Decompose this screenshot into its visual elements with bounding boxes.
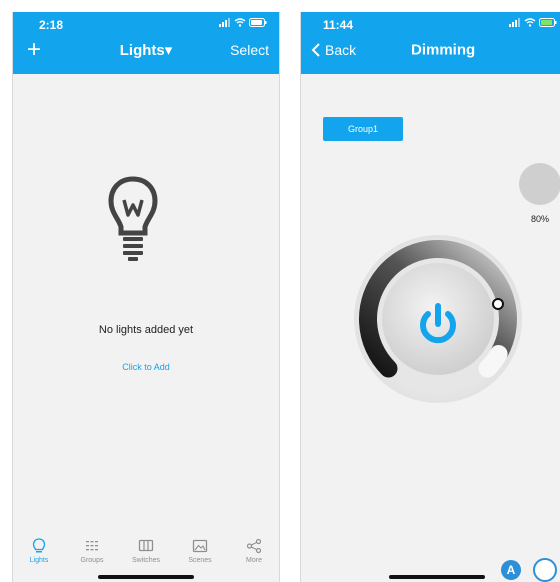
signal-icon (219, 18, 230, 27)
dial-remaining-arc (478, 345, 508, 378)
empty-state-message: No lights added yet (98, 324, 194, 336)
back-button[interactable]: Back (311, 42, 356, 58)
battery-charging-icon (539, 18, 557, 27)
status-icons (219, 18, 267, 27)
tab-scenes-label: Scenes (188, 557, 212, 564)
home-indicator[interactable] (98, 575, 194, 579)
bulb-icon (108, 176, 158, 261)
switch-panel-icon (138, 539, 154, 552)
page-title: Dimming (411, 41, 476, 59)
status-time: 2:18 (39, 18, 64, 32)
lights-screen: 2:18 + Lights▾ Select No lights added ye… (12, 12, 280, 582)
wifi-icon (234, 18, 246, 27)
home-indicator[interactable] (389, 575, 485, 579)
click-to-add-link[interactable]: Click to Add (13, 362, 279, 372)
back-label: Back (325, 42, 357, 58)
status-time: 11:44 (323, 18, 354, 32)
tab-switches[interactable]: Switches (126, 538, 166, 564)
tab-lights-label: Lights (29, 557, 49, 564)
accessibility-a-icon[interactable]: A (501, 560, 521, 580)
tab-groups-label: Groups (80, 557, 104, 564)
signal-icon (509, 18, 520, 27)
tab-more[interactable]: More (234, 538, 274, 564)
group-button[interactable]: Group1 (323, 117, 403, 141)
top-bar: 11:44 Back Dimming (301, 12, 560, 74)
bulb-icon (32, 538, 46, 553)
image-icon (192, 539, 208, 553)
dimming-screen: 11:44 Back Dimming Group1 80% A (300, 12, 560, 582)
wifi-icon (524, 18, 536, 27)
top-bar: 2:18 + Lights▾ Select (13, 12, 279, 74)
dimmer-dial[interactable] (353, 234, 523, 404)
tab-switches-label: Switches (131, 557, 160, 564)
battery-icon (249, 18, 267, 27)
chevron-left-icon (311, 43, 320, 57)
share-icon (246, 538, 262, 554)
brightness-label: 80% (530, 214, 549, 224)
accessibility-person-icon[interactable] (533, 558, 557, 582)
tab-scenes[interactable]: Scenes (180, 538, 220, 564)
grid-icon (86, 541, 98, 551)
select-button[interactable]: Select (230, 42, 269, 58)
tab-groups[interactable]: Groups (72, 538, 112, 564)
status-icons (509, 18, 557, 27)
tab-lights[interactable]: Lights (19, 538, 59, 564)
brightness-preview (519, 163, 560, 205)
tab-more-label: More (246, 557, 262, 564)
dial-handle[interactable] (492, 298, 504, 310)
